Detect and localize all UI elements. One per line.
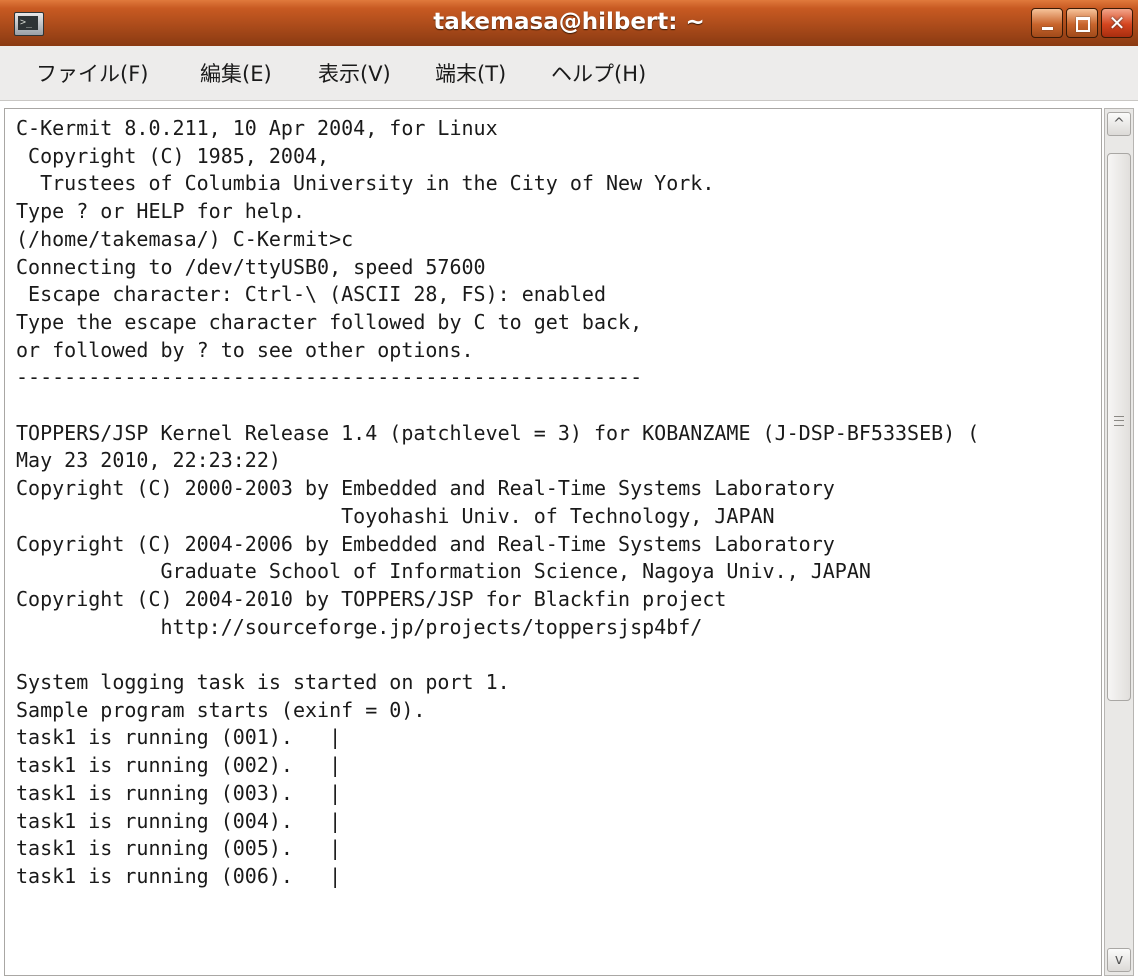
terminal-line: task1 is running (001). | — [16, 725, 342, 750]
menu-terminal[interactable]: 端末(T) — [435, 46, 506, 100]
minimize-button[interactable] — [1031, 8, 1063, 38]
title-bar[interactable]: >_ takemasa@hilbert: ~ ✕ — [0, 0, 1138, 47]
terminal-line: ----------------------------------------… — [16, 365, 643, 390]
terminal-line: Sample program starts (exinf = 0). — [16, 697, 426, 722]
terminal-line: Type ? or HELP for help. — [16, 199, 305, 224]
terminal-line: task1 is running (003). | — [16, 780, 342, 805]
terminal-line: System logging task is started on port 1… — [16, 670, 510, 695]
close-button[interactable]: ✕ — [1101, 8, 1133, 38]
terminal-line: Copyright (C) 2004-2006 by Embedded and … — [16, 531, 835, 556]
terminal-line: task1 is running (006). | — [16, 863, 342, 888]
scrollbar-thumb[interactable] — [1107, 153, 1131, 701]
terminal-area[interactable]: C-Kermit 8.0.211, 10 Apr 2004, for Linux… — [4, 108, 1102, 976]
terminal-line: TOPPERS/JSP Kernel Release 1.4 (patchlev… — [16, 420, 980, 445]
scroll-down-arrow[interactable]: v — [1107, 948, 1131, 972]
terminal-line: task1 is running (004). | — [16, 808, 342, 833]
menu-file[interactable]: ファイル(F) — [36, 46, 148, 100]
menu-edit[interactable]: 編集(E) — [200, 46, 272, 100]
terminal-line: or followed by ? to see other options. — [16, 337, 474, 362]
maximize-icon — [1067, 9, 1097, 37]
terminal-line: http://sourceforge.jp/projects/toppersjs… — [16, 614, 703, 639]
terminal-window: >_ takemasa@hilbert: ~ ✕ ファイル(F) 編集(E) 表… — [0, 0, 1138, 979]
chevron-up-icon: ^ — [1113, 116, 1125, 132]
terminal-line: task1 is running (002). | — [16, 753, 342, 778]
terminal-line: Copyright (C) 2000-2003 by Embedded and … — [16, 476, 835, 501]
terminal-line: Trustees of Columbia University in the C… — [16, 171, 715, 196]
scrollbar-grip-icon — [1114, 416, 1124, 426]
terminal-line: Graduate School of Information Science, … — [16, 559, 871, 584]
terminal-output: C-Kermit 8.0.211, 10 Apr 2004, for Linux… — [5, 109, 1101, 891]
terminal-line: Copyright (C) 1985, 2004, — [16, 143, 330, 168]
scroll-up-arrow[interactable]: ^ — [1107, 112, 1131, 136]
terminal-line: Type the escape character followed by C … — [16, 309, 643, 334]
terminal-line: task1 is running (005). | — [16, 836, 342, 861]
window-title: takemasa@hilbert: ~ — [433, 9, 705, 35]
menu-view[interactable]: 表示(V) — [318, 46, 391, 100]
close-icon: ✕ — [1108, 11, 1126, 35]
terminal-line: Connecting to /dev/ttyUSB0, speed 57600 — [16, 254, 486, 279]
terminal-line: May 23 2010, 22:23:22) — [16, 448, 281, 473]
chevron-down-icon: v — [1114, 952, 1124, 968]
maximize-button[interactable] — [1066, 8, 1098, 38]
terminal-line: Copyright (C) 2004-2010 by TOPPERS/JSP f… — [16, 586, 727, 611]
menu-help[interactable]: ヘルプ(H) — [551, 46, 646, 100]
terminal-line: Escape character: Ctrl-\ (ASCII 28, FS):… — [16, 282, 607, 307]
minimize-icon — [1032, 9, 1062, 37]
terminal-line: Toyohashi Univ. of Technology, JAPAN — [16, 503, 775, 528]
terminal-line: (/home/takemasa/) C-Kermit>c — [16, 226, 354, 251]
vertical-scrollbar[interactable]: ^ v — [1104, 108, 1134, 976]
menu-bar: ファイル(F) 編集(E) 表示(V) 端末(T) ヘルプ(H) — [0, 46, 1138, 101]
terminal-line: C-Kermit 8.0.211, 10 Apr 2004, for Linux — [16, 116, 498, 140]
